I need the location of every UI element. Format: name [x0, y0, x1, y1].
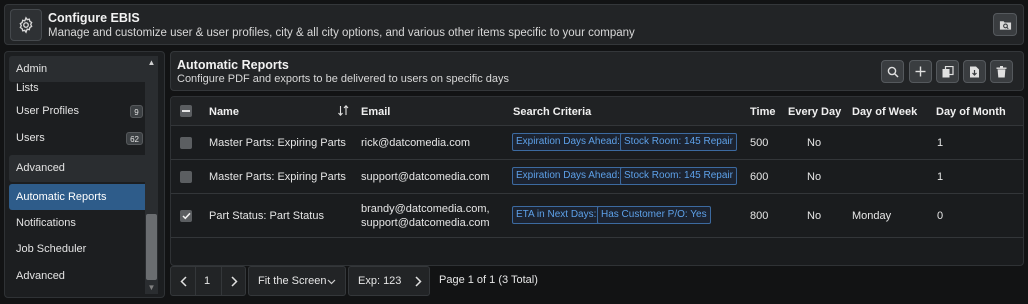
column-header-time[interactable]: Time	[750, 106, 775, 118]
chevron-down-icon	[327, 279, 336, 285]
row-every-day: No	[807, 137, 822, 149]
export-button[interactable]	[963, 60, 986, 83]
row-name: Master Parts: Expiring Parts	[209, 137, 346, 149]
reports-table: Name Email Search Criteria Time Every Da…	[170, 96, 1024, 266]
column-header-day-of-week[interactable]: Day of Week	[852, 106, 917, 118]
column-header-search-criteria[interactable]: Search Criteria	[513, 106, 591, 118]
row-checkbox[interactable]	[180, 210, 192, 222]
sidebar-list: Admin Lists User Profiles 9 Users 62 Advan…	[9, 56, 149, 289]
column-header-email[interactable]: Email	[361, 106, 390, 118]
scrollbar-thumb[interactable]	[146, 214, 157, 280]
sidebar-group-advanced[interactable]: Advanced	[9, 155, 149, 182]
export-count-label: Exp: 123	[358, 275, 402, 287]
row-name: Part Status: Part Status	[209, 210, 324, 222]
criteria-chip: Expiration Days Ahead:	[512, 133, 624, 151]
row-every-day: No	[807, 171, 822, 183]
chevron-right-icon	[415, 276, 422, 287]
row-day-of-week: Monday	[852, 210, 892, 222]
row-checkbox[interactable]	[180, 171, 192, 183]
checkmark-icon	[181, 212, 191, 220]
column-header-day-of-month[interactable]: Day of Month	[936, 106, 1006, 118]
row-checkbox[interactable]	[180, 137, 192, 149]
gear-icon	[10, 9, 42, 41]
sidebar-item-job-scheduler[interactable]: Job Scheduler	[9, 236, 149, 262]
criteria-chip: ETA in Next Days:	[512, 206, 601, 224]
sidebar-item-advanced[interactable]: Advanced	[9, 263, 149, 289]
criteria-chip: Stock Room: 145 Repair	[620, 133, 737, 151]
page-navigator: 1	[170, 266, 246, 296]
row-time: 500	[750, 137, 769, 149]
sidebar-item-user-profiles[interactable]: User Profiles 9	[9, 98, 149, 124]
search-icon	[887, 66, 899, 78]
folder-search-icon	[999, 20, 1011, 30]
card-title: Automatic Reports	[177, 58, 289, 72]
row-time: 600	[750, 171, 769, 183]
delete-button[interactable]	[990, 60, 1013, 83]
scroll-up-icon[interactable]: ▲	[145, 56, 158, 69]
card-header: Automatic Reports Configure PDF and expo…	[170, 51, 1024, 91]
sidebar: Admin Lists User Profiles 9 Users 62 Advan…	[4, 51, 165, 298]
fit-screen-select[interactable]: Fit the Screen	[248, 266, 346, 296]
row-email: rick@datcomedia.com	[361, 137, 470, 149]
row-time: 800	[750, 210, 769, 222]
plus-icon	[915, 66, 926, 77]
page-header: Configure EBIS Manage and customize user…	[4, 4, 1024, 45]
row-day-of-month: 1	[937, 171, 944, 183]
fit-screen-label: Fit the Screen	[258, 275, 327, 287]
page-number[interactable]: 1	[204, 275, 210, 287]
page-subtitle: Manage and customize user & user profile…	[48, 27, 635, 39]
search-button[interactable]	[881, 60, 904, 83]
sidebar-scrollbar[interactable]: ▲ ▼	[145, 56, 158, 294]
table-row[interactable]: Master Parts: Expiring Parts support@dat…	[171, 160, 1023, 194]
pagination-summary: Page 1 of 1 (3 Total)	[439, 274, 538, 286]
table-header: Name Email Search Criteria Time Every Da…	[171, 97, 1023, 126]
export-count-button[interactable]: Exp: 123	[348, 266, 430, 296]
next-page-button[interactable]	[221, 267, 246, 295]
folder-search-button[interactable]	[993, 13, 1017, 36]
scroll-down-icon[interactable]: ▼	[145, 281, 158, 294]
row-email: brandy@datcomedia.com,	[361, 203, 490, 215]
criteria-chip: Has Customer P/O: Yes	[597, 206, 711, 224]
row-name: Master Parts: Expiring Parts	[209, 171, 346, 183]
chevron-right-icon	[230, 275, 238, 287]
row-every-day: No	[807, 210, 822, 222]
page-title: Configure EBIS	[48, 11, 140, 25]
chevron-left-icon	[179, 275, 187, 287]
copy-button[interactable]	[936, 60, 959, 83]
table-row[interactable]: Master Parts: Expiring Parts rick@datcom…	[171, 126, 1023, 160]
select-all-checkbox[interactable]	[180, 105, 192, 117]
column-header-name[interactable]: Name	[209, 106, 239, 118]
table-row[interactable]: Part Status: Part Status brandy@datcomed…	[171, 194, 1023, 238]
sort-icon[interactable]	[338, 105, 349, 117]
row-email: support@datcomedia.com	[361, 171, 490, 183]
sidebar-item-automatic-reports[interactable]: Automatic Reports	[9, 183, 149, 210]
row-day-of-month: 1	[937, 137, 944, 149]
main-panel: Automatic Reports Configure PDF and expo…	[170, 51, 1024, 298]
criteria-chip: Expiration Days Ahead:	[512, 167, 624, 185]
sidebar-item-notifications[interactable]: Notifications	[9, 210, 149, 236]
row-day-of-month: 0	[937, 210, 944, 222]
row-email: support@datcomedia.com	[361, 217, 490, 229]
sidebar-item-lists[interactable]: Lists	[9, 82, 149, 98]
card-subtitle: Configure PDF and exports to be delivere…	[177, 73, 510, 85]
criteria-chip: Stock Room: 145 Repair	[620, 167, 737, 185]
count-badge: 62	[126, 131, 143, 145]
sidebar-group-admin[interactable]: Admin	[9, 56, 149, 83]
column-header-every-day[interactable]: Every Day	[788, 106, 841, 118]
add-button[interactable]	[909, 60, 932, 83]
export-file-icon	[970, 66, 979, 77]
sidebar-item-users[interactable]: Users 62	[9, 125, 149, 151]
count-badge: 9	[130, 105, 143, 119]
copy-icon	[942, 65, 954, 77]
trash-icon	[996, 65, 1007, 77]
prev-page-button[interactable]	[171, 267, 196, 295]
